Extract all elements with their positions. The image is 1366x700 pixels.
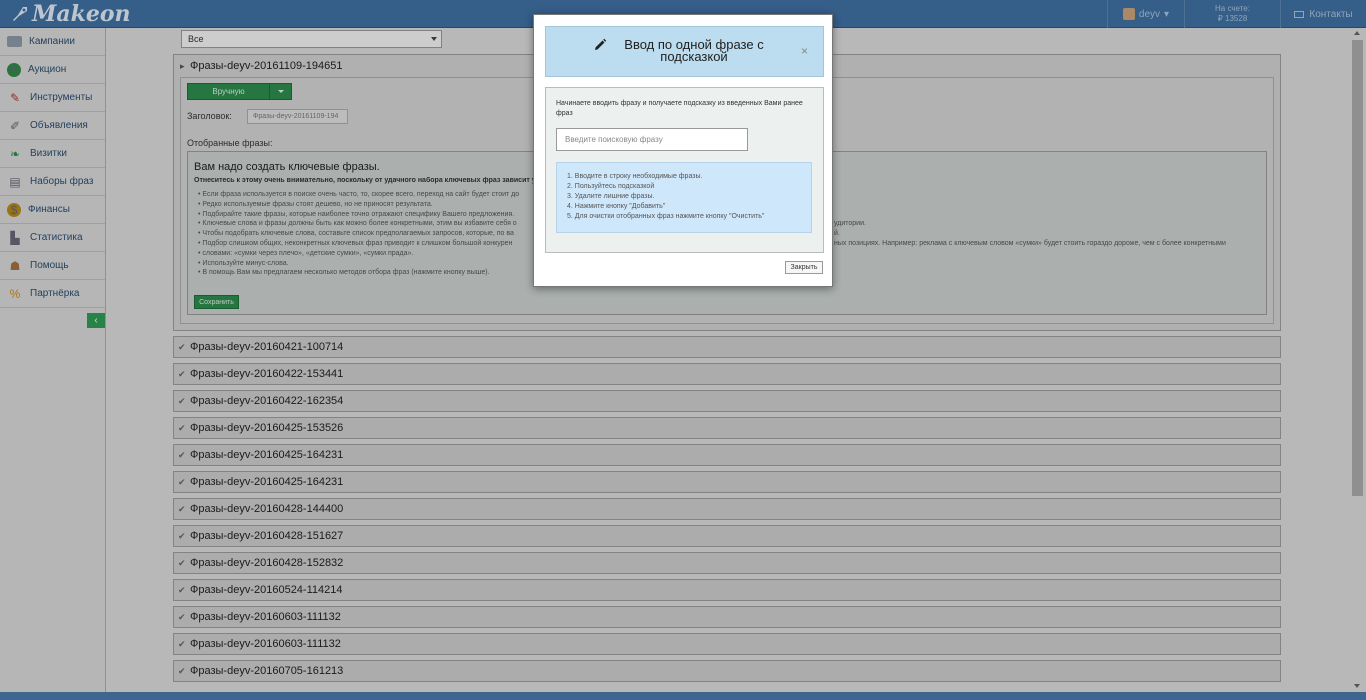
steps-list: 1. Вводите в строку необходимые фразы. 2… — [567, 172, 764, 222]
step-item: 2. Пользуйтесь подсказкой — [567, 183, 655, 190]
step-item: 1. Вводите в строку необходимые фразы. — [567, 173, 703, 180]
step-item: 5. Для очистки отобранных фраз нажмите к… — [567, 213, 765, 220]
phrase-hint-modal: Ввод по одной фразе с подсказкой × Начин… — [533, 14, 833, 287]
search-phrase-input[interactable]: Введите поисковую фразу — [556, 128, 748, 151]
step-item: 4. Нажмите кнопку "Добавить" — [567, 203, 666, 210]
modal-header: Ввод по одной фразе с подсказкой × — [545, 26, 824, 77]
modal-title: Ввод по одной фразе с подсказкой — [624, 37, 764, 64]
modal-body: Начинаете вводить фразу и получаете подс… — [545, 87, 824, 253]
step-item: 3. Удалите лишние фразы. — [567, 193, 655, 200]
close-icon[interactable]: × — [801, 44, 808, 58]
steps-box: 1. Вводите в строку необходимые фразы. 2… — [556, 162, 812, 233]
hint-text: Начинаете вводить фразу и получаете подс… — [556, 100, 803, 117]
close-button[interactable]: Закрыть — [785, 261, 823, 274]
